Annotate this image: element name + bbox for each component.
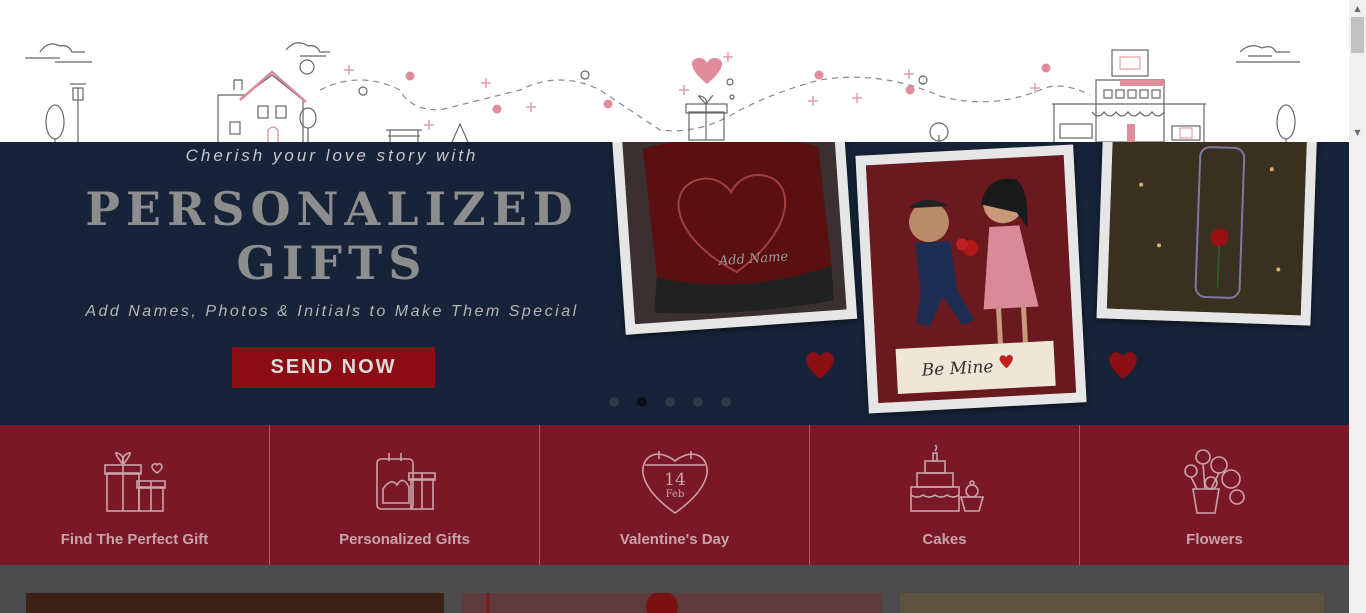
heart-calendar-icon: 14 Feb xyxy=(641,451,708,514)
photo-glass-rose xyxy=(1096,142,1318,326)
hero-tagline: Cherish your love story with xyxy=(185,146,479,165)
category-label: Find The Perfect Gift xyxy=(60,531,209,548)
heart-decoration-icon xyxy=(806,352,834,379)
page: ▲ ▼ Cherish your love story with PERSONA… xyxy=(0,0,1366,613)
header-illustration xyxy=(0,0,1349,142)
hero-subtitle: Add Names, Photos & Initials to Make The… xyxy=(85,303,579,320)
category-cakes[interactable]: Cakes xyxy=(810,425,1080,565)
vertical-scrollbar[interactable]: ▲ ▼ xyxy=(1349,0,1366,613)
scroll-down-arrow-icon[interactable]: ▼ xyxy=(1349,124,1366,141)
town-love-path-illustration xyxy=(25,42,1300,142)
category-valentines-day[interactable]: 14 Feb Valentine's Day xyxy=(540,425,810,565)
photo-cushion: Add Name xyxy=(610,142,858,335)
calendar-month-text: Feb xyxy=(665,489,684,500)
carousel-dot-active[interactable] xyxy=(637,397,647,407)
product-card[interactable] xyxy=(900,593,1324,613)
hero-title-line2: GIFTS xyxy=(236,236,428,290)
product-card[interactable] xyxy=(462,591,882,613)
hero-title-line1: PERSONALIZED xyxy=(85,182,579,236)
photo-couple-figure: Be Mine xyxy=(855,144,1087,414)
product-card[interactable] xyxy=(26,593,444,613)
cushion-image: Add Name xyxy=(621,142,847,325)
carousel-dot[interactable] xyxy=(721,397,731,407)
category-label: Personalized Gifts xyxy=(339,531,470,548)
category-personalized-gifts[interactable]: Personalized Gifts xyxy=(270,425,540,565)
carousel-dot[interactable] xyxy=(665,397,675,407)
be-mine-text: Be Mine xyxy=(920,357,994,381)
category-label: Flowers xyxy=(1186,531,1243,548)
cake-icon xyxy=(909,445,984,512)
couple-figure-image: Be Mine xyxy=(865,154,1077,404)
category-tiles: Find The Perfect Gift Personalized Gifts… xyxy=(0,425,1349,565)
product-strip xyxy=(0,565,1349,613)
flower-bouquet-icon xyxy=(1183,449,1245,514)
hero-banner[interactable]: Cherish your love story with PERSONALIZE… xyxy=(0,142,1349,425)
calendar-day-text: 14 xyxy=(664,470,686,490)
carousel-dot[interactable] xyxy=(693,397,703,407)
carousel-dots xyxy=(609,397,731,409)
heart-decoration-icon xyxy=(1109,352,1137,379)
category-flowers[interactable]: Flowers xyxy=(1080,425,1349,565)
gift-boxes-icon xyxy=(103,451,166,512)
carousel-dot[interactable] xyxy=(609,397,619,407)
category-find-perfect-gift[interactable]: Find The Perfect Gift xyxy=(0,425,270,565)
glass-rose-image xyxy=(1106,142,1308,316)
personalized-gift-icon xyxy=(375,453,436,510)
send-now-button[interactable]: SEND NOW xyxy=(232,347,435,388)
scroll-up-arrow-icon[interactable]: ▲ xyxy=(1349,0,1366,17)
category-label: Cakes xyxy=(922,531,967,548)
product-card-image xyxy=(486,591,678,613)
scrollbar-thumb[interactable] xyxy=(1351,17,1364,53)
category-label: Valentine's Day xyxy=(619,531,730,548)
